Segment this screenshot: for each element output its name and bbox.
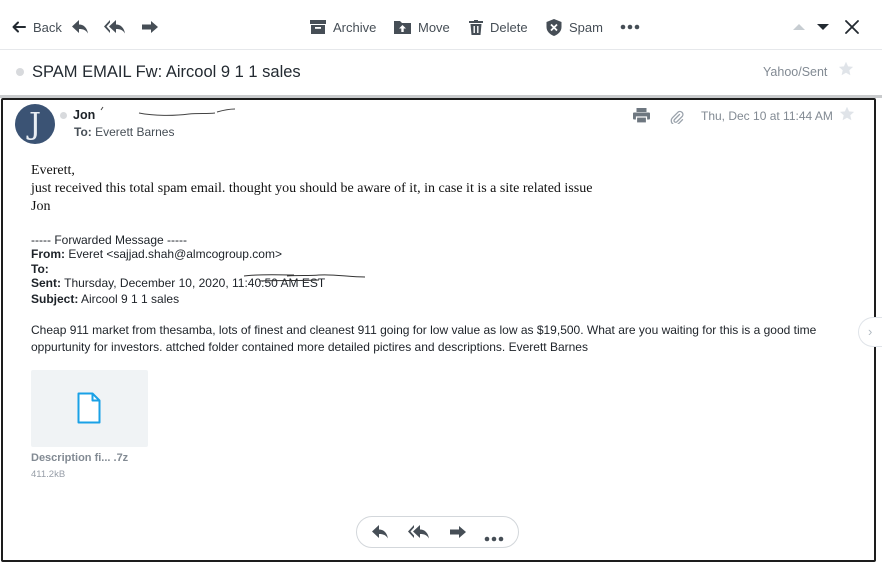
quick-actions-bar xyxy=(356,516,519,548)
message-toolbar: Back Archive Move Delete Spam xyxy=(0,0,882,50)
recipient-line: To: Everett Barnes xyxy=(74,125,174,139)
sender-name[interactable]: Jon xyxy=(73,108,95,122)
reply-icon xyxy=(372,525,388,539)
attachment-name[interactable]: Description fi... .7z xyxy=(31,452,128,464)
archive-button[interactable]: Archive xyxy=(310,16,376,38)
arrow-left-icon xyxy=(12,21,26,33)
attachment-thumbnail[interactable] xyxy=(31,370,148,447)
star-icon[interactable] xyxy=(838,61,854,82)
reply-button[interactable] xyxy=(71,16,89,38)
more-icon xyxy=(620,24,640,30)
message-card: J Jon To: Everett Barnes Thu, Dec 10 at … xyxy=(1,98,876,562)
more-actions-button[interactable] xyxy=(484,529,504,547)
trash-icon xyxy=(469,19,483,35)
reply-all-icon xyxy=(408,525,429,539)
reply-all-button[interactable] xyxy=(104,16,126,38)
chevron-right-icon: › xyxy=(868,324,873,339)
delete-button[interactable]: Delete xyxy=(469,16,528,38)
chevron-up-icon xyxy=(793,24,805,30)
reply-icon xyxy=(72,20,88,34)
spam-label: Spam xyxy=(569,19,603,35)
forward-icon xyxy=(450,526,466,538)
from-value: Everet <sajjad.shah@almcogroup.com> xyxy=(68,247,282,261)
back-label: Back xyxy=(33,19,62,35)
message-date: Thu, Dec 10 at 11:44 AM xyxy=(701,109,833,123)
forward-subject: Subject: Aircool 9 1 1 sales xyxy=(31,292,179,306)
body-line: just received this total spam email. tho… xyxy=(31,181,593,196)
star-icon[interactable] xyxy=(839,106,855,127)
print-icon[interactable] xyxy=(633,108,650,128)
more-icon xyxy=(484,536,504,542)
avatar[interactable]: J xyxy=(15,104,55,144)
forward-icon xyxy=(142,21,158,33)
forward-button[interactable] xyxy=(141,16,159,38)
avatar-letter: J xyxy=(28,107,42,142)
attachment-size: 411.2kB xyxy=(31,469,66,480)
folder-label[interactable]: Yahoo/Sent xyxy=(763,65,827,79)
forward-header: ----- Forwarded Message ----- xyxy=(31,233,188,247)
to-label: To: xyxy=(31,262,49,276)
subject-value: Aircool 9 1 1 sales xyxy=(81,292,180,306)
reply-all-button[interactable] xyxy=(408,524,430,545)
delete-label: Delete xyxy=(490,19,528,35)
paperclip-icon xyxy=(670,110,684,129)
from-label: From: xyxy=(31,247,65,261)
move-label: Move xyxy=(418,19,450,35)
close-button[interactable] xyxy=(845,16,859,38)
back-button[interactable]: Back xyxy=(12,16,62,38)
archive-label: Archive xyxy=(333,19,377,35)
message-subject: SPAM EMAIL Fw: Aircool 9 1 1 sales xyxy=(32,63,301,81)
move-button[interactable]: Move xyxy=(394,16,450,38)
next-message-button[interactable] xyxy=(817,16,829,38)
archive-icon xyxy=(310,20,326,34)
forward-to: To: xyxy=(31,262,49,276)
body-signoff: Jon xyxy=(31,199,51,214)
recipient-name[interactable]: Everett Barnes xyxy=(95,125,174,139)
spam-button[interactable]: Spam xyxy=(546,16,603,38)
forward-button[interactable] xyxy=(449,524,467,545)
redaction-scribble xyxy=(100,106,236,116)
reply-all-icon xyxy=(104,20,125,34)
subject-row: SPAM EMAIL Fw: Aircool 9 1 1 sales Yahoo… xyxy=(0,51,882,95)
next-message-tab[interactable]: › xyxy=(858,317,882,347)
chevron-down-icon xyxy=(817,24,829,30)
shield-icon xyxy=(546,18,562,36)
folder-move-icon xyxy=(394,21,411,34)
forward-from: From: Everet <sajjad.shah@almcogroup.com… xyxy=(31,247,282,261)
close-icon xyxy=(845,20,859,34)
previous-message-button[interactable] xyxy=(793,16,805,38)
reply-button[interactable] xyxy=(371,524,389,545)
subject-label: Subject: xyxy=(31,292,79,306)
read-status-dot[interactable] xyxy=(60,112,67,119)
redaction-scribble xyxy=(243,274,366,282)
sent-label: Sent: xyxy=(31,276,61,290)
read-status-dot[interactable] xyxy=(16,68,24,76)
file-icon xyxy=(77,392,101,424)
to-label: To: xyxy=(74,125,92,139)
forwarded-body: Cheap 911 market from thesamba, lots of … xyxy=(31,323,817,354)
more-actions-button[interactable] xyxy=(620,16,640,38)
body-greeting: Everett, xyxy=(31,163,75,178)
